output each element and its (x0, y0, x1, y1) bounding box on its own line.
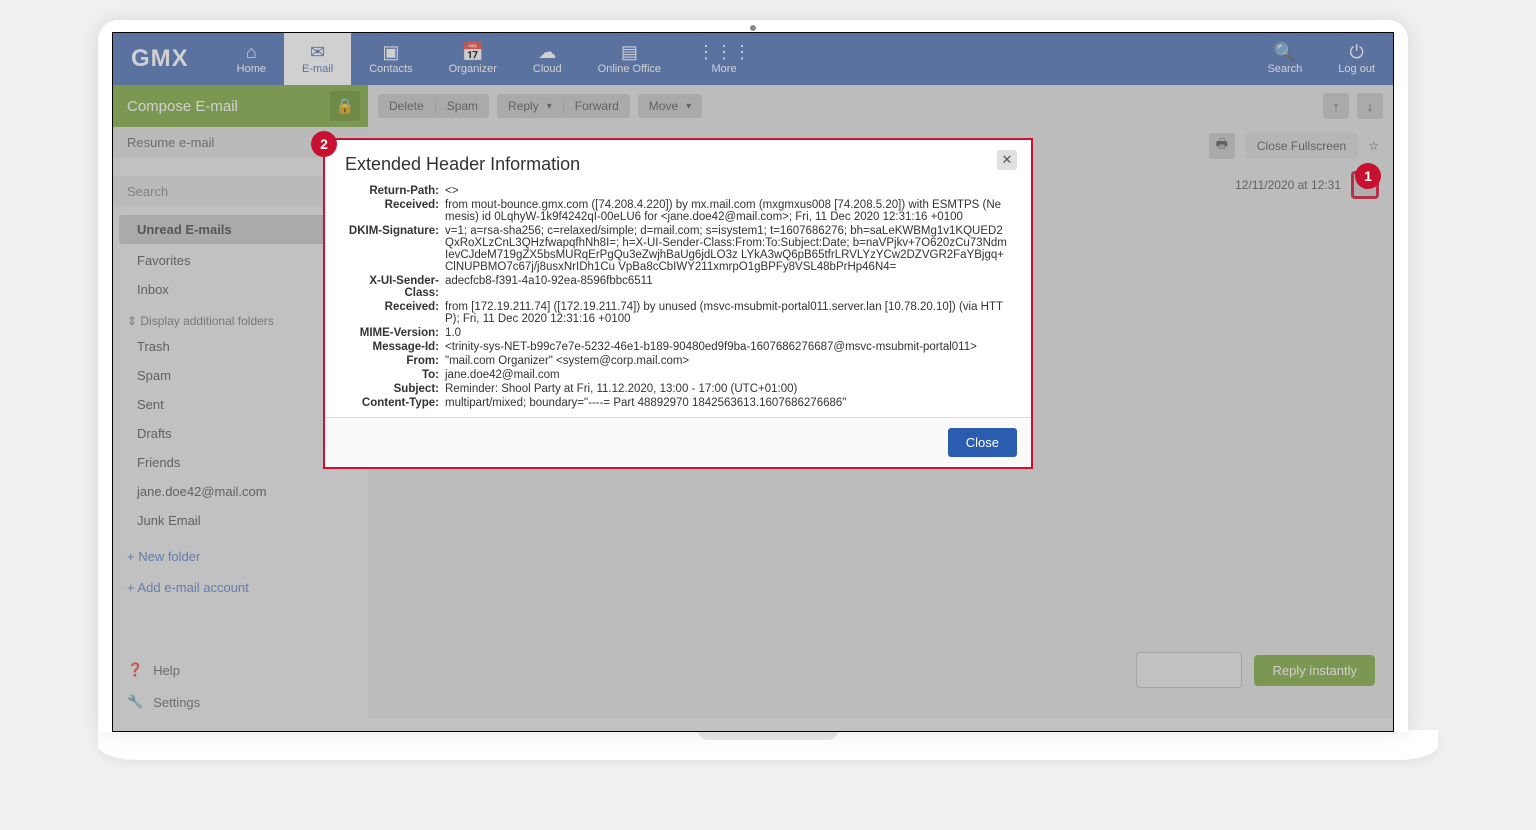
search-icon: 🔍 (1274, 43, 1296, 61)
reply-area[interactable] (1136, 652, 1242, 688)
envelope-icon: ✉ (310, 43, 325, 61)
app-screen: GMX ⌂ Home ✉ E-mail ▣ Contacts 📅 Organiz… (112, 32, 1394, 732)
power-icon: ⏻ (1350, 43, 1364, 61)
header-rows-container[interactable]: Return-Path:<>Received:from mout-bounce.… (345, 185, 1017, 411)
new-folder-button[interactable]: + New folder (113, 541, 368, 572)
header-row: To:jane.doe42@mail.com (345, 369, 1007, 381)
header-value: jane.doe42@mail.com (445, 369, 560, 381)
help-link[interactable]: ❓ Help (113, 654, 368, 686)
reply-button[interactable]: Reply ▾ (497, 94, 563, 118)
header-row: Received:from mout-bounce.gmx.com ([74.2… (345, 199, 1007, 223)
wrench-icon: 🔧 (127, 694, 143, 710)
footer-bar (113, 718, 1393, 731)
header-value: Reminder: Shool Party at Fri, 11.12.2020… (445, 383, 797, 395)
header-row: From:"mail.com Organizer" <system@corp.m… (345, 355, 1007, 367)
spam-button[interactable]: Spam (436, 94, 489, 118)
modal-title: Extended Header Information (345, 154, 1017, 175)
header-row: MIME-Version:1.0 (345, 327, 1007, 339)
delete-button[interactable]: Delete (378, 94, 435, 118)
header-info-modal: Extended Header Information ✕ Return-Pat… (323, 138, 1033, 469)
header-value: 1.0 (445, 327, 461, 339)
message-toolbar: Delete Spam Reply ▾ Forward Move ▾ ↑ ↓ (368, 85, 1393, 127)
header-key: X-UI-Sender-Class: (345, 275, 445, 299)
header-key: MIME-Version: (345, 327, 445, 339)
nav-logout[interactable]: ⏻ Log out (1320, 33, 1393, 85)
header-key: DKIM-Signature: (345, 225, 445, 273)
close-button[interactable]: Close (948, 428, 1017, 457)
contacts-icon: ▣ (382, 43, 399, 61)
annotation-badge-2: 2 (311, 131, 337, 157)
move-button[interactable]: Move ▾ (638, 94, 702, 118)
forward-button[interactable]: Forward (564, 94, 630, 118)
header-value: adecfcb8-f391-4a10-92ea-8596fbbc6511 (445, 275, 653, 299)
chevron-down-icon: ▾ (547, 101, 552, 112)
nav-home[interactable]: ⌂ Home (219, 33, 284, 85)
top-navbar: GMX ⌂ Home ✉ E-mail ▣ Contacts 📅 Organiz… (113, 33, 1393, 85)
down-arrow-button[interactable]: ↓ (1357, 93, 1383, 119)
header-key: Content-Type: (345, 397, 445, 409)
add-email-account-button[interactable]: + Add e-mail account (113, 572, 368, 603)
header-key: Return-Path: (345, 185, 445, 197)
close-fullscreen-button[interactable]: Close Fullscreen (1245, 133, 1358, 159)
header-row: Return-Path:<> (345, 185, 1007, 197)
header-key: Received: (345, 301, 445, 325)
cloud-icon: ☁ (538, 43, 556, 61)
header-value: <> (445, 185, 458, 197)
header-key: From: (345, 355, 445, 367)
home-icon: ⌂ (246, 43, 257, 61)
calendar-icon: 📅 (462, 43, 484, 61)
up-arrow-button[interactable]: ↑ (1323, 93, 1349, 119)
nav-office[interactable]: ▤ Online Office (580, 33, 679, 85)
header-value: from [172.19.211.74] ([172.19.211.74]) b… (445, 301, 1007, 325)
nav-email[interactable]: ✉ E-mail (284, 33, 351, 85)
compose-button[interactable]: Compose E-mail 🔒 (113, 85, 368, 127)
header-value: "mail.com Organizer" <system@corp.mail.c… (445, 355, 689, 367)
lock-icon: 🔒 (330, 91, 360, 121)
brand-logo: GMX (113, 45, 219, 73)
header-row: Subject:Reminder: Shool Party at Fri, 11… (345, 383, 1007, 395)
header-value: multipart/mixed; boundary="----= Part 48… (445, 397, 846, 409)
chevron-down-icon: ▾ (686, 101, 691, 112)
folder-junk[interactable]: Junk Email (113, 506, 368, 535)
header-row: Content-Type:multipart/mixed; boundary="… (345, 397, 1007, 409)
header-key: Subject: (345, 383, 445, 395)
help-icon: ❓ (127, 662, 143, 678)
nav-search[interactable]: 🔍 Search (1249, 33, 1320, 85)
grid-icon: ⋮⋮⋮ (697, 43, 751, 61)
office-icon: ▤ (621, 43, 638, 61)
nav-cloud[interactable]: ☁ Cloud (515, 33, 580, 85)
header-row: Message-Id:<trinity-sys-NET-b99c7e7e-523… (345, 341, 1007, 353)
modal-close-x[interactable]: ✕ (997, 150, 1017, 170)
nav-more[interactable]: ⋮⋮⋮ More (679, 33, 769, 85)
header-value: v=1; a=rsa-sha256; c=relaxed/simple; d=m… (445, 225, 1007, 273)
print-button[interactable]: 🖶 (1209, 133, 1235, 159)
header-row: DKIM-Signature:v=1; a=rsa-sha256; c=rela… (345, 225, 1007, 273)
folder-account[interactable]: jane.doe42@mail.com (113, 477, 368, 506)
reply-instantly-button[interactable]: Reply instantly (1254, 655, 1375, 686)
header-key: Received: (345, 199, 445, 223)
annotation-badge-1: 1 (1355, 163, 1381, 189)
header-row: Received:from [172.19.211.74] ([172.19.2… (345, 301, 1007, 325)
header-key: To: (345, 369, 445, 381)
nav-organizer[interactable]: 📅 Organizer (431, 33, 515, 85)
settings-link[interactable]: 🔧 Settings (113, 686, 368, 718)
header-row: X-UI-Sender-Class:adecfcb8-f391-4a10-92e… (345, 275, 1007, 299)
header-value: <trinity-sys-NET-b99c7e7e-5232-46e1-b189… (445, 341, 977, 353)
header-value: from mout-bounce.gmx.com ([74.208.4.220]… (445, 199, 1007, 223)
star-icon[interactable]: ☆ (1368, 139, 1379, 153)
message-timestamp: 12/11/2020 at 12:31 (1235, 178, 1341, 192)
nav-contacts[interactable]: ▣ Contacts (351, 33, 430, 85)
header-key: Message-Id: (345, 341, 445, 353)
